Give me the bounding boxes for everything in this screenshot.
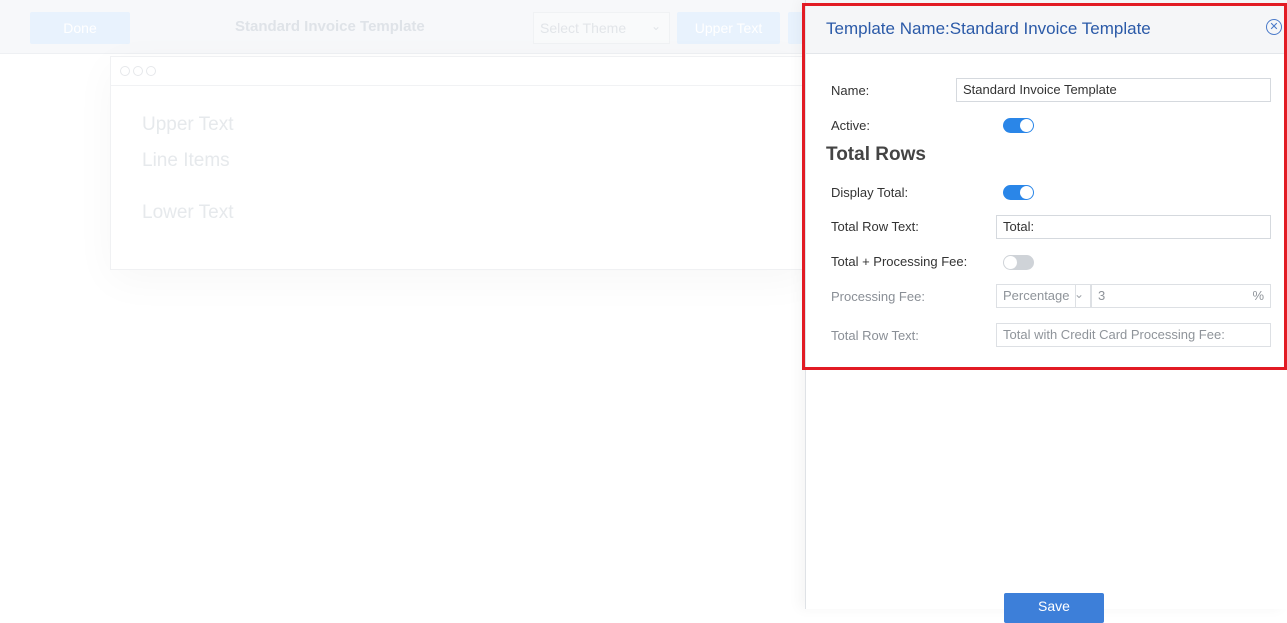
processing-fee-value-field[interactable]: 3 %: [1091, 284, 1271, 308]
total-row-text-label: Total Row Text:: [831, 219, 919, 234]
theme-select[interactable]: Select Theme ⌄: [533, 12, 670, 44]
close-icon[interactable]: ✕: [1266, 19, 1282, 35]
window-dot-icon: [133, 66, 143, 76]
total-row-text-field[interactable]: Total:: [996, 215, 1271, 239]
upper-text-button[interactable]: Upper Text: [677, 12, 780, 44]
panel-title: Template Name:Standard Invoice Template: [826, 19, 1151, 38]
processing-fee-toggle-label: Total + Processing Fee:: [831, 254, 968, 269]
processing-fee-label: Processing Fee:: [831, 289, 925, 304]
toggle-knob: [1004, 256, 1017, 269]
canvas-window-header: [111, 57, 809, 86]
toggle-knob: [1020, 119, 1033, 132]
active-label: Active:: [831, 118, 871, 133]
fee-row-text-field[interactable]: Total with Credit Card Processing Fee:: [996, 323, 1271, 347]
toggle-knob: [1020, 186, 1033, 199]
name-field[interactable]: Standard Invoice Template: [956, 78, 1271, 102]
done-button[interactable]: Done: [30, 12, 130, 44]
canvas-upper-text[interactable]: Upper Text: [142, 114, 234, 136]
processing-fee-type-dropdown[interactable]: ⌄: [1073, 284, 1091, 308]
save-button[interactable]: Save: [1004, 593, 1104, 623]
display-total-label: Display Total:: [831, 185, 909, 200]
template-settings-panel: Template Name:Standard Invoice Template …: [805, 0, 1287, 623]
total-rows-heading: Total Rows: [826, 144, 926, 165]
processing-fee-toggle[interactable]: [1003, 255, 1034, 270]
theme-select-placeholder: Select Theme: [540, 20, 627, 36]
panel-header: Template Name:Standard Invoice Template …: [806, 0, 1287, 54]
window-dot-icon: [146, 66, 156, 76]
chevron-down-icon: ⌄: [1073, 287, 1084, 301]
display-total-toggle[interactable]: [1003, 185, 1034, 200]
fee-row-text-label: Total Row Text:: [831, 328, 919, 343]
canvas-lower-text[interactable]: Lower Text: [142, 202, 234, 224]
percent-sign: %: [1252, 288, 1264, 303]
processing-fee-value: 3: [1098, 288, 1106, 303]
chevron-down-icon: ⌄: [650, 19, 661, 33]
window-dots: [120, 66, 156, 76]
window-dot-icon: [120, 66, 130, 76]
processing-fee-type-select[interactable]: Percentage: [996, 284, 1076, 308]
invoice-preview-canvas: Upper Text Line Items Lower Text: [110, 56, 810, 270]
name-label: Name:: [831, 83, 870, 98]
canvas-line-items[interactable]: Line Items: [142, 150, 230, 172]
active-toggle[interactable]: [1003, 118, 1034, 133]
processing-fee-type-value: Percentage: [1003, 288, 1070, 303]
editor-title: Standard Invoice Template: [235, 18, 425, 35]
